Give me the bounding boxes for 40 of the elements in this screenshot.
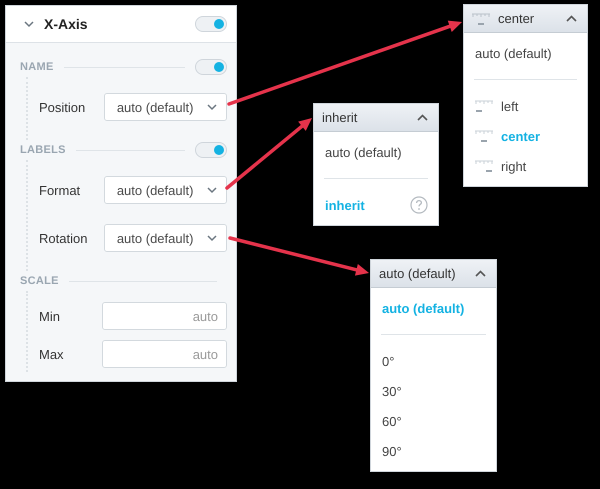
chevron-up-icon — [475, 270, 486, 277]
dropdown-option[interactable]: 60° — [371, 406, 496, 436]
field-label: Format — [39, 182, 82, 198]
dropdown-option[interactable]: right — [464, 151, 587, 181]
field-label: Max — [39, 346, 65, 362]
dropdown-select[interactable]: auto (default) — [104, 93, 227, 121]
section-heading: NAME — [20, 61, 54, 73]
field-label: Min — [39, 308, 61, 324]
chevron-down-icon — [207, 186, 217, 194]
input-field[interactable]: auto — [102, 340, 227, 368]
chevron-down-icon[interactable] — [24, 20, 34, 28]
dropdown-select[interactable]: auto (default) — [104, 176, 227, 204]
dropdown-option[interactable]: 30° — [371, 376, 496, 406]
input-field[interactable]: auto — [102, 302, 227, 330]
toggle-switch[interactable] — [195, 16, 227, 32]
dropdown-select[interactable]: auto (default) — [104, 224, 227, 252]
help-icon[interactable] — [410, 196, 428, 214]
dropdown-option[interactable]: 0° — [371, 346, 496, 376]
dropdown-select[interactable]: inherit — [314, 104, 438, 132]
section-heading: SCALE — [20, 275, 59, 287]
dropdown-option[interactable]: left — [464, 91, 587, 121]
section-heading: LABELS — [20, 144, 66, 156]
alignment-icon — [472, 12, 490, 26]
alignment-icon — [475, 129, 493, 143]
dropdown-select[interactable]: auto (default) — [371, 260, 496, 288]
panel-title: X-Axis — [44, 16, 89, 32]
alignment-icon — [475, 99, 493, 113]
dropdown-option[interactable]: 90° — [371, 436, 496, 466]
toggle-switch[interactable] — [195, 59, 227, 75]
chevron-up-icon — [417, 114, 428, 121]
field-label: Position — [39, 100, 86, 114]
alignment-icon — [475, 159, 493, 173]
dropdown-select[interactable]: center — [464, 5, 587, 33]
field-label: Rotation — [39, 230, 88, 246]
dropdown-option[interactable]: auto (default) — [314, 137, 438, 167]
chevron-up-icon — [566, 15, 577, 22]
chevron-down-icon — [207, 104, 217, 110]
toggle-switch[interactable] — [195, 142, 227, 158]
dropdown-option[interactable]: auto (default) — [464, 38, 587, 68]
chevron-down-icon — [207, 234, 217, 242]
